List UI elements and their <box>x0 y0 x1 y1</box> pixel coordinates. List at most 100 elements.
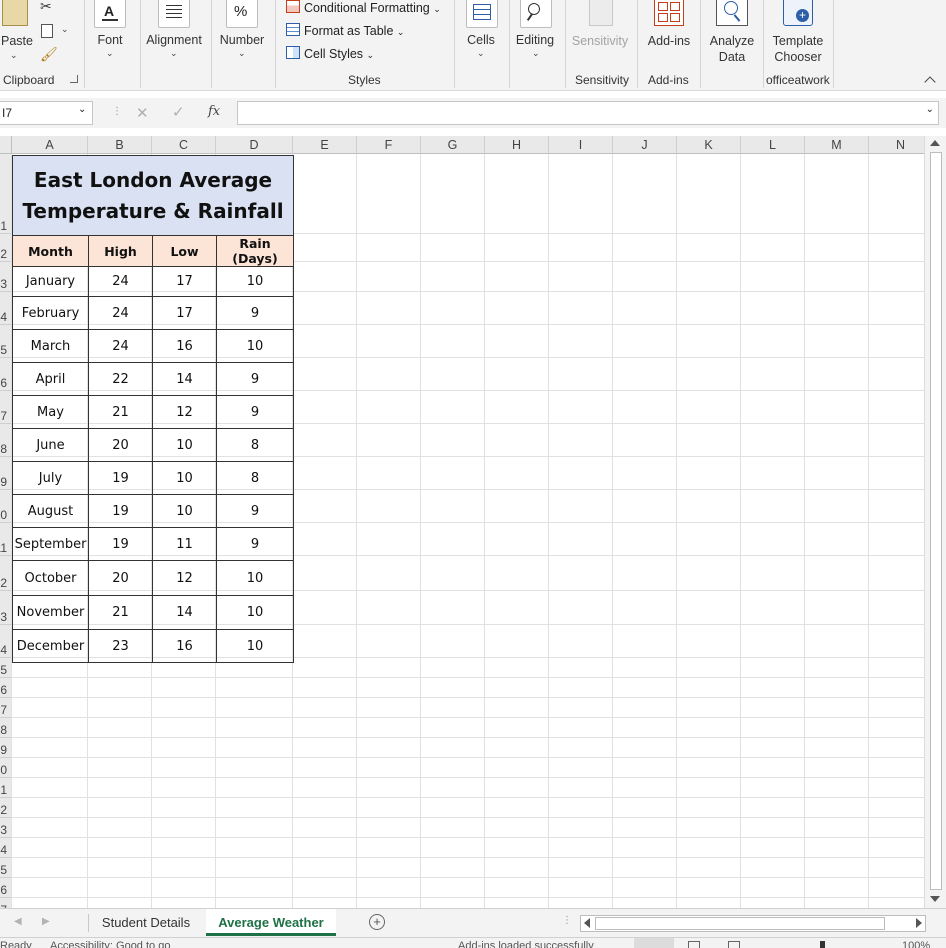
column-header-D[interactable]: D <box>216 136 293 154</box>
add-ins-button[interactable]: Add-ins <box>642 34 696 48</box>
cancel-icon[interactable]: ✕ <box>136 104 149 122</box>
column-header-K[interactable]: K <box>677 136 741 154</box>
cell-styles-button[interactable]: Cell Styles ⌄ <box>286 46 374 61</box>
column-header-L[interactable]: L <box>741 136 805 154</box>
cell-month[interactable]: October <box>12 560 89 596</box>
column-header-G[interactable]: G <box>421 136 485 154</box>
template-chooser-icon[interactable]: + <box>783 0 813 26</box>
collapse-ribbon-icon[interactable] <box>924 76 936 88</box>
copy-dropdown-icon[interactable]: ⌄ <box>61 24 69 35</box>
cell-high[interactable]: 24 <box>88 296 153 330</box>
alignment-button[interactable]: Alignment <box>144 33 204 47</box>
cell-rain-days[interactable]: 10 <box>216 266 294 297</box>
cell-high[interactable]: 24 <box>88 266 153 297</box>
cell-rain-days[interactable]: 10 <box>216 629 294 663</box>
paste-dropdown-icon[interactable]: ⌄ <box>10 50 18 61</box>
editing-button[interactable]: Editing <box>512 33 558 47</box>
vertical-scrollbar[interactable] <box>924 136 946 908</box>
cell-high[interactable]: 19 <box>88 461 153 495</box>
cell-rain-days[interactable]: 8 <box>216 428 294 462</box>
cell-month[interactable]: July <box>12 461 89 495</box>
number-format-icon[interactable]: % <box>226 0 258 28</box>
cell-month[interactable]: June <box>12 428 89 462</box>
vertical-scroll-thumb[interactable] <box>930 152 942 890</box>
format-painter-icon[interactable]: 🖌 <box>40 46 58 63</box>
editing-icon[interactable] <box>520 0 552 28</box>
cell-low[interactable]: 17 <box>152 266 217 297</box>
template-chooser-label-1[interactable]: Template <box>766 34 830 48</box>
cell-high[interactable]: 20 <box>88 560 153 596</box>
conditional-formatting-button[interactable]: Conditional Formatting ⌄ <box>286 0 441 15</box>
header-low[interactable]: Low <box>152 235 217 267</box>
cell-month[interactable]: December <box>12 629 89 663</box>
header-month[interactable]: Month <box>12 235 89 267</box>
alignment-icon[interactable] <box>158 0 190 28</box>
editing-dropdown-icon[interactable]: ⌄ <box>532 48 540 59</box>
cell-rain-days[interactable]: 10 <box>216 560 294 596</box>
cell-month[interactable]: May <box>12 395 89 429</box>
enter-icon[interactable]: ✓ <box>172 103 185 121</box>
cell-month[interactable]: April <box>12 362 89 396</box>
header-rain-days[interactable]: Rain (Days) <box>216 235 294 267</box>
alignment-dropdown-icon[interactable]: ⌄ <box>170 48 178 59</box>
column-header-H[interactable]: H <box>485 136 549 154</box>
cells-icon[interactable] <box>466 0 498 28</box>
cell-low[interactable]: 17 <box>152 296 217 330</box>
add-ins-icon[interactable] <box>654 0 684 26</box>
cell-low[interactable]: 14 <box>152 362 217 396</box>
tab-student-details[interactable]: Student Details <box>92 909 200 936</box>
formula-bar-grip-icon[interactable]: ⋮ <box>112 106 122 117</box>
cell-rain-days[interactable]: 9 <box>216 296 294 330</box>
cell-high[interactable]: 24 <box>88 329 153 363</box>
scroll-down-icon[interactable] <box>930 896 940 902</box>
column-header-C[interactable]: C <box>152 136 216 154</box>
new-sheet-button[interactable]: + <box>369 914 385 930</box>
cell-rain-days[interactable]: 9 <box>216 527 294 561</box>
cell-rain-days[interactable]: 10 <box>216 595 294 630</box>
copy-icon[interactable] <box>41 24 53 38</box>
tab-average-weather[interactable]: Average Weather <box>206 909 336 936</box>
tab-splitter-icon[interactable]: ⋮ <box>562 915 572 926</box>
number-button[interactable]: Number <box>216 33 268 47</box>
horizontal-scroll-thumb[interactable] <box>595 917 885 930</box>
cell-month[interactable]: January <box>12 266 89 297</box>
number-dropdown-icon[interactable]: ⌄ <box>238 48 246 59</box>
table-title[interactable]: East London Average Temperature & Rainfa… <box>12 155 294 236</box>
cell-high[interactable]: 21 <box>88 595 153 630</box>
cell-high[interactable]: 19 <box>88 527 153 561</box>
cell-month[interactable]: February <box>12 296 89 330</box>
cell-rain-days[interactable]: 9 <box>216 362 294 396</box>
paste-icon[interactable] <box>2 0 28 26</box>
cell-rain-days[interactable]: 9 <box>216 494 294 528</box>
cell-low[interactable]: 16 <box>152 329 217 363</box>
cell-month[interactable]: August <box>12 494 89 528</box>
column-header-M[interactable]: M <box>805 136 869 154</box>
horizontal-scrollbar[interactable] <box>580 915 926 932</box>
font-dropdown-icon[interactable]: ⌄ <box>106 48 114 59</box>
analyze-data-label-2[interactable]: Data <box>702 50 762 64</box>
cell-low[interactable]: 10 <box>152 428 217 462</box>
cells-button[interactable]: Cells <box>460 33 502 47</box>
cell-month[interactable]: March <box>12 329 89 363</box>
cell-low[interactable]: 10 <box>152 494 217 528</box>
chevron-down-icon[interactable]: ⌄ <box>78 104 86 115</box>
cell-low[interactable]: 14 <box>152 595 217 630</box>
font-button[interactable]: Font <box>90 33 130 47</box>
clipboard-launcher-icon[interactable] <box>70 75 78 83</box>
column-header-I[interactable]: I <box>549 136 613 154</box>
cell-high[interactable]: 20 <box>88 428 153 462</box>
cell-low[interactable]: 11 <box>152 527 217 561</box>
tab-scroll-right-icon[interactable]: ▶ <box>42 916 50 927</box>
cut-icon[interactable]: ✂ <box>40 0 52 15</box>
cell-high[interactable]: 23 <box>88 629 153 663</box>
cell-high[interactable]: 22 <box>88 362 153 396</box>
formula-input[interactable]: ⌄ <box>237 101 939 125</box>
cell-month[interactable]: September <box>12 527 89 561</box>
cell-low[interactable]: 12 <box>152 560 217 596</box>
select-all-corner[interactable] <box>0 136 12 154</box>
column-header-F[interactable]: F <box>357 136 421 154</box>
cell-month[interactable]: November <box>12 595 89 630</box>
cell-rain-days[interactable]: 8 <box>216 461 294 495</box>
tab-scroll-left-icon[interactable]: ◀ <box>14 916 22 927</box>
worksheet-grid[interactable]: ABCDEFGHIJKLMN 1234567891011121314151617… <box>0 136 924 908</box>
